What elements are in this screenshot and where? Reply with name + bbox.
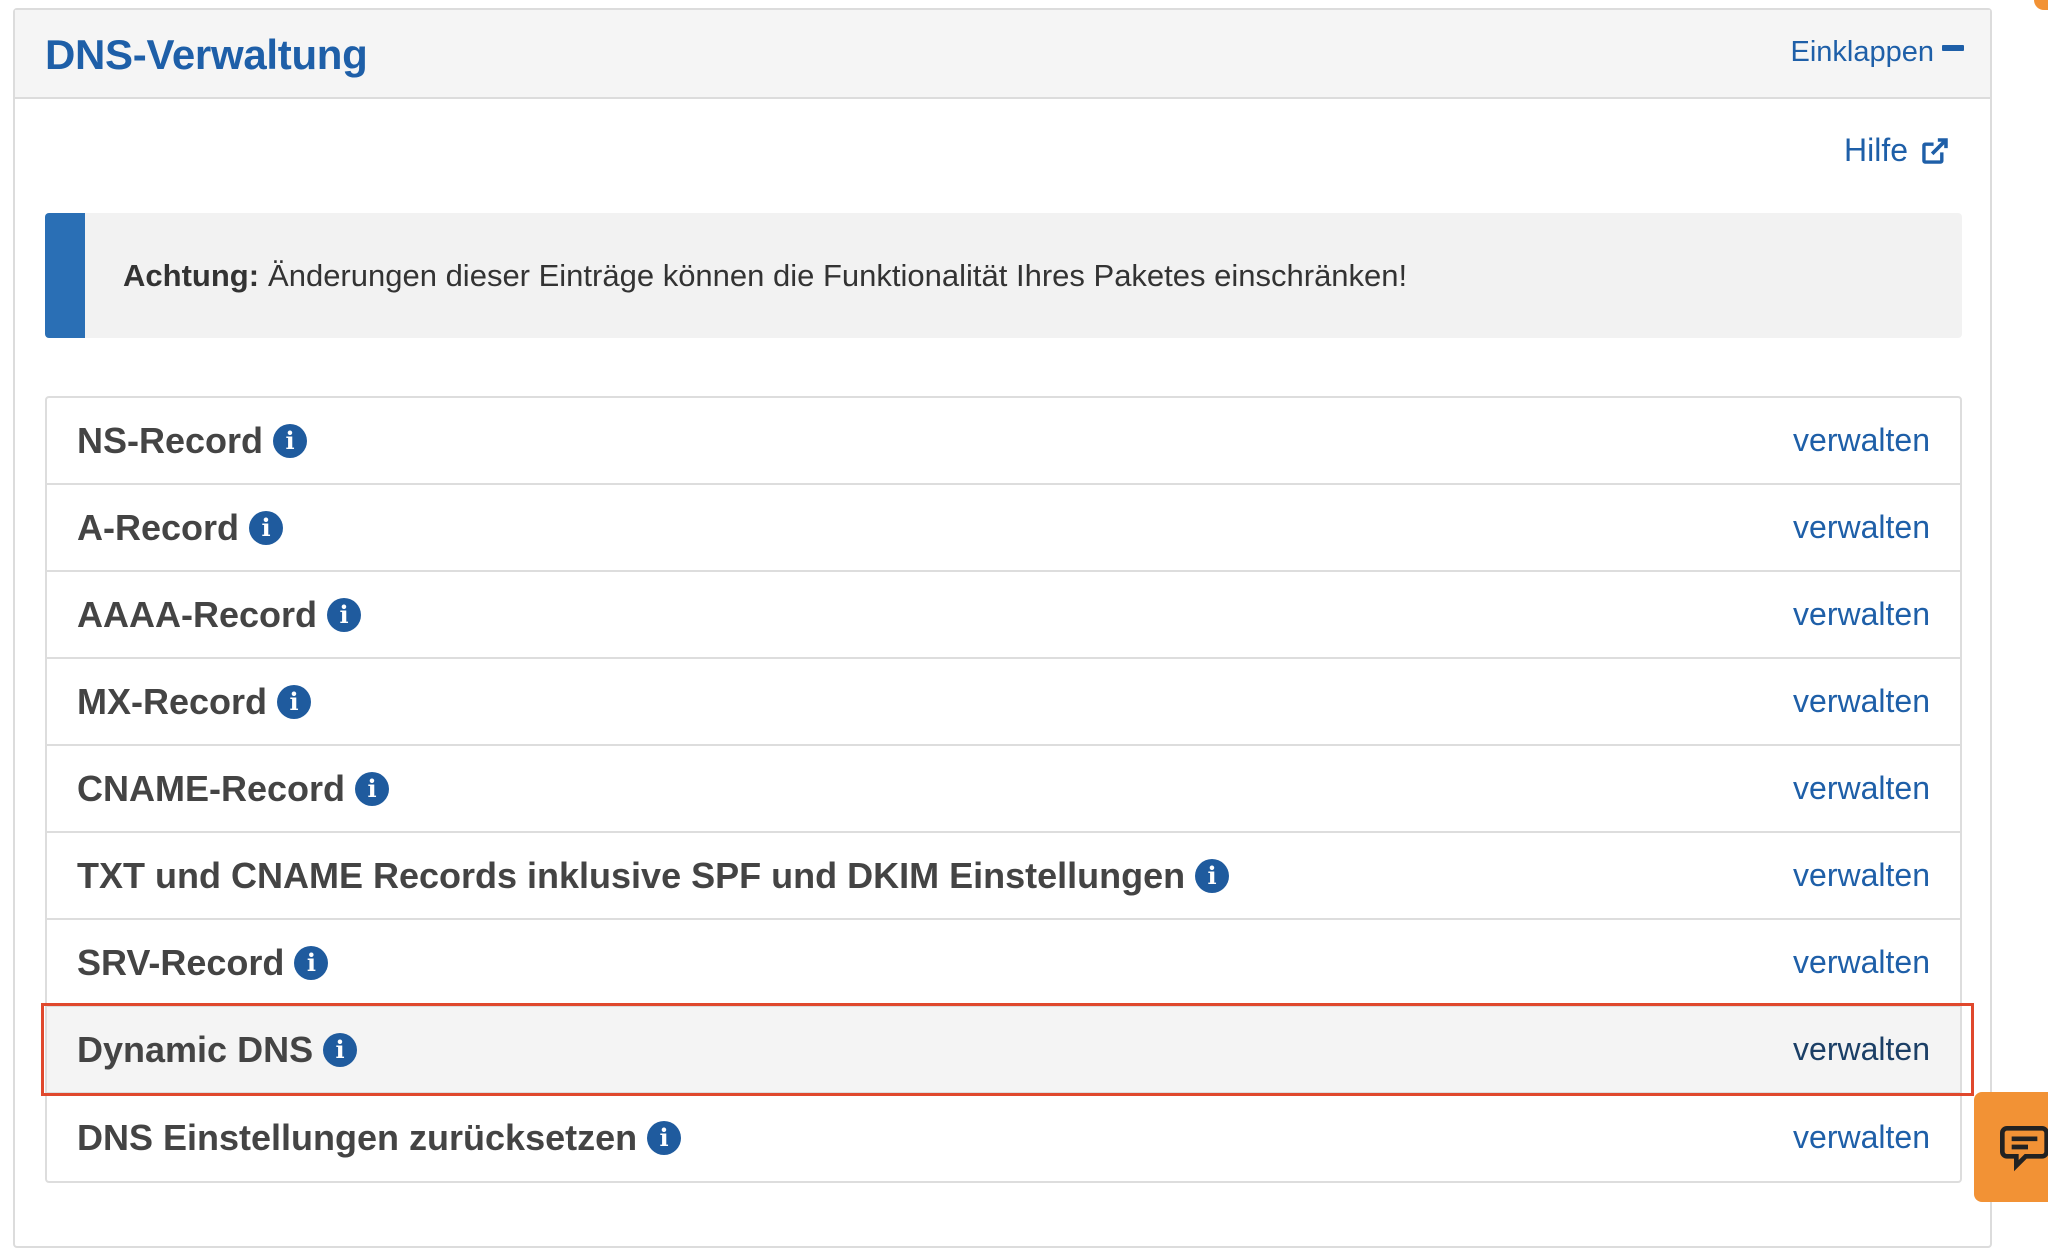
record-label: MX-Record [77,680,268,722]
info-icon[interactable]: i [1195,858,1230,893]
list-item-aaaa-record: AAAA-Record i verwalten [47,572,1960,659]
dns-record-list: NS-Record i verwalten A-Record i verwalt… [41,396,1974,1183]
list-item-cname-record: CNAME-Record i verwalten [47,746,1960,833]
record-label: TXT und CNAME Records inklusive SPF und … [77,854,1186,896]
manage-link-srv-record[interactable]: verwalten [1793,944,1930,981]
alert-text: Änderungen dieser Einträge können die Fu… [268,257,1408,293]
warning-alert: Achtung: Änderungen dieser Einträge könn… [45,213,1962,338]
manage-link-cname-record[interactable]: verwalten [1793,770,1930,807]
manage-link-dynamic-dns[interactable]: verwalten [1793,1031,1930,1068]
collapse-link[interactable]: Einklappen [1790,36,1964,69]
record-label: Dynamic DNS [77,1028,314,1070]
list-item-ns-record: NS-Record i verwalten [47,398,1960,485]
info-icon[interactable]: i [355,771,390,806]
chat-icon [2000,1126,2048,1172]
record-label: AAAA-Record [77,593,318,635]
info-icon[interactable]: i [327,597,362,632]
panel-header: DNS-Verwaltung Einklappen [15,10,1990,99]
manage-link-aaaa-record[interactable]: verwalten [1793,596,1930,633]
list-item-srv-record: SRV-Record i verwalten [47,920,1960,1007]
info-icon[interactable]: i [277,684,312,719]
info-icon[interactable]: i [294,945,329,980]
manage-link-ns-record[interactable]: verwalten [1793,422,1930,459]
collapse-label: Einklappen [1790,36,1935,68]
panel-title: DNS-Verwaltung [45,31,368,78]
record-label: NS-Record [77,419,264,461]
record-label: SRV-Record [77,941,285,983]
external-link-icon [1922,137,1948,164]
manage-link-dns-reset[interactable]: verwalten [1793,1119,1930,1156]
record-label: DNS Einstellungen zurücksetzen [77,1116,638,1158]
record-label: A-Record [77,506,240,548]
manage-link-txt-cname-records[interactable]: verwalten [1793,857,1930,894]
help-link[interactable]: Hilfe [1844,132,1952,169]
list-item-a-record: A-Record i verwalten [47,485,1960,572]
list-item-mx-record: MX-Record i verwalten [47,659,1960,746]
info-icon[interactable]: i [647,1120,682,1155]
list-item-dns-reset: DNS Einstellungen zurücksetzen i verwalt… [47,1094,1960,1181]
record-label: CNAME-Record [77,767,346,809]
chat-widget-button[interactable] [1974,1092,2048,1202]
page-corner-accent [2034,0,2048,10]
info-icon[interactable]: i [249,510,284,545]
manage-link-mx-record[interactable]: verwalten [1793,683,1930,720]
info-icon[interactable]: i [273,423,308,458]
minus-icon [1942,44,1964,51]
help-label: Hilfe [1843,132,1908,168]
list-item-dynamic-dns: Dynamic DNS i verwalten [41,1003,1974,1096]
manage-link-a-record[interactable]: verwalten [1793,509,1930,546]
info-icon[interactable]: i [323,1032,358,1067]
dns-management-panel: DNS-Verwaltung Einklappen Hilfe Achtung:… [13,8,1992,1248]
alert-strong: Achtung: [123,257,260,293]
list-item-txt-cname-records: TXT und CNAME Records inklusive SPF und … [47,833,1960,920]
